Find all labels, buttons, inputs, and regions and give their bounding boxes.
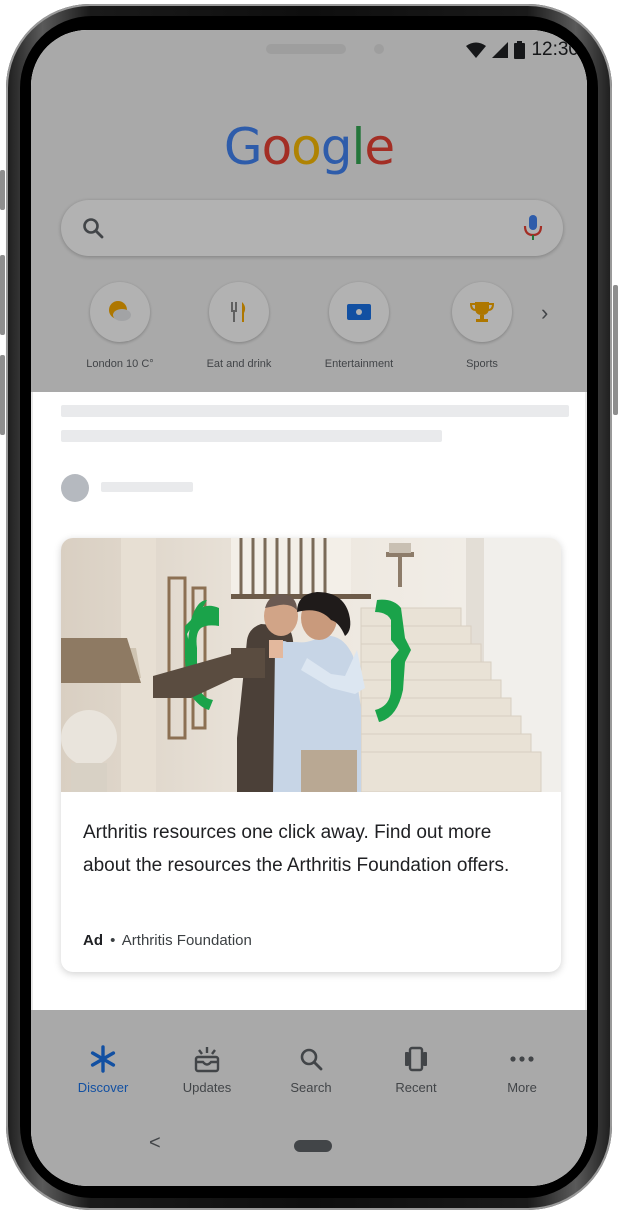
dim-overlay	[31, 1010, 587, 1186]
placeholder-avatar	[61, 474, 89, 502]
volume-button	[0, 355, 5, 435]
advertiser-name[interactable]: Arthritis Foundation	[122, 932, 252, 949]
placeholder-line	[61, 430, 442, 442]
placeholder-line	[101, 482, 193, 492]
ad-body-text[interactable]: Arthritis resources one click away. Find…	[83, 816, 543, 882]
ad-label: Ad	[83, 932, 103, 949]
ad-footer: Ad • Arthritis Foundation	[83, 932, 252, 949]
separator-dot: •	[110, 932, 116, 949]
power-button	[613, 285, 618, 415]
volume-button	[0, 255, 5, 335]
ad-image[interactable]	[61, 538, 561, 792]
placeholder-line	[61, 405, 569, 417]
phone-screen: 12:30 Google London 10 C° Eat and drink …	[31, 30, 587, 1186]
ad-card[interactable]: Arthritis resources one click away. Find…	[61, 538, 561, 972]
volume-button	[0, 170, 5, 210]
dim-overlay	[31, 30, 587, 392]
